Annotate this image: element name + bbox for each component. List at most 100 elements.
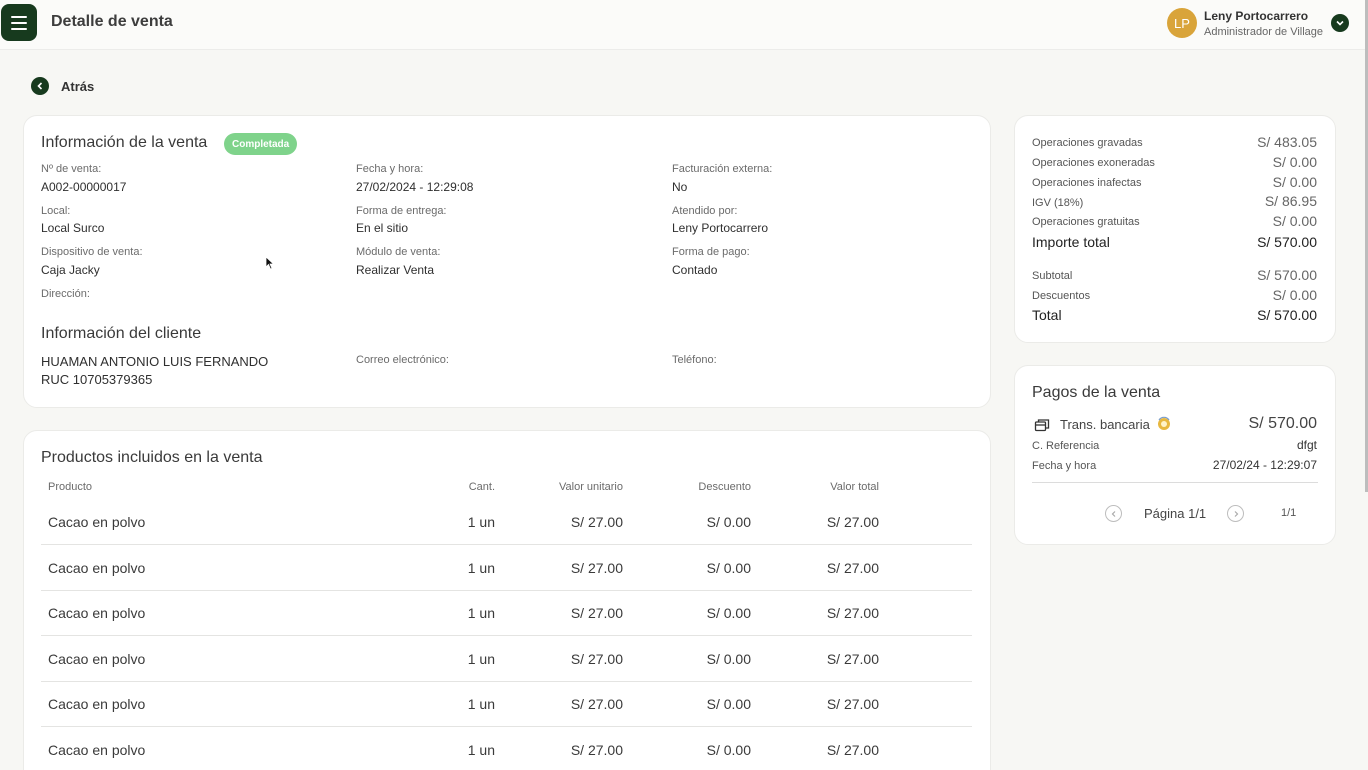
store-label: Local: — [41, 205, 71, 217]
attended-label: Atendido por: — [672, 205, 738, 217]
page-title: Detalle de venta — [51, 13, 173, 30]
table-row: Cacao en polvo 1 un S/ 27.00 S/ 0.00 S/ 27.0… — [41, 499, 972, 545]
next-page-button[interactable] — [1227, 505, 1244, 522]
total-value: S/ 570.00 — [1257, 307, 1317, 323]
cell-qty: 1 un — [467, 605, 495, 622]
table-row: Cacao en polvo 1 un S/ 27.00 S/ 0.00 S/ 27.0… — [41, 681, 972, 728]
back-label: Atrás — [61, 78, 95, 94]
datetime-label: Fecha y hora: — [356, 163, 424, 175]
subtotal-label: Subtotal — [1032, 270, 1073, 282]
delivery-value: En el sitio — [356, 221, 409, 235]
cell-product: Cacao en polvo — [48, 514, 146, 530]
reference-label: C. Referencia — [1032, 440, 1100, 452]
attended-value: Leny Portocarrero — [672, 221, 769, 235]
total-amount-label: Importe total — [1032, 234, 1110, 250]
cell-unit-value: S/ 27.00 — [570, 559, 623, 576]
exonerated-label: Operaciones exoneradas — [1032, 157, 1155, 169]
cell-product: Cacao en polvo — [48, 559, 146, 576]
header-total-value: Valor total — [830, 481, 879, 493]
prev-page-button[interactable] — [1105, 505, 1122, 522]
cell-product: Cacao en polvo — [48, 650, 146, 667]
discounts-value: S/ 0.00 — [1272, 287, 1317, 303]
address-label: Dirección: — [41, 288, 90, 300]
cell-discount: S/ 0.00 — [706, 696, 751, 713]
cell-qty: 1 un — [467, 650, 495, 667]
payment-amount: S/ 570.00 — [1248, 415, 1318, 432]
unaffected-value: S/ 0.00 — [1272, 174, 1317, 190]
payment-datetime-value: 27/02/24 - 12:29:07 — [1212, 458, 1317, 472]
reference-value: dfgt — [1296, 438, 1317, 452]
table-row: Cacao en polvo 1 un S/ 27.00 S/ 0.00 S/ 27.0… — [41, 636, 972, 682]
cell-unit-value: S/ 27.00 — [570, 605, 623, 622]
store-value: Local Surco — [41, 221, 105, 235]
taxed-label: Operaciones gravadas — [1032, 137, 1143, 149]
chevron-left-icon — [31, 77, 49, 95]
status-badge: Completada — [224, 133, 298, 155]
page-count: 1/1 — [1281, 507, 1297, 519]
table-row: Cacao en polvo 1 un S/ 27.00 S/ 0.00 S/ 27.0… — [41, 727, 972, 770]
chevron-down-icon[interactable] — [1331, 14, 1349, 32]
client-name: HUAMAN ANTONIO LUIS FERNANDO — [41, 354, 269, 369]
payments-title: Pagos de la venta — [1032, 384, 1161, 401]
phone-label: Teléfono: — [672, 354, 717, 366]
email-label: Correo electrónico: — [356, 354, 449, 366]
cell-unit-value: S/ 27.00 — [570, 696, 623, 713]
datetime-value: 27/02/2024 - 12:29:08 — [356, 180, 474, 194]
header-unit-value: Valor unitario — [559, 481, 623, 493]
discounts-label: Descuentos — [1032, 290, 1091, 302]
cell-total-value: S/ 27.00 — [826, 559, 879, 576]
cell-product: Cacao en polvo — [48, 742, 146, 758]
cell-qty: 1 un — [467, 559, 495, 576]
exonerated-value: S/ 0.00 — [1272, 154, 1317, 170]
cell-total-value: S/ 27.00 — [826, 514, 879, 530]
cell-product: Cacao en polvo — [48, 696, 146, 713]
avatar[interactable]: LP — [1167, 8, 1197, 38]
igv-value: S/ 86.95 — [1264, 193, 1317, 209]
payment-method-name: Trans. bancaria — [1060, 417, 1150, 432]
divider — [1032, 482, 1318, 483]
external-billing-label: Facturación externa: — [672, 163, 773, 175]
cell-unit-value: S/ 27.00 — [570, 650, 623, 667]
cell-qty: 1 un — [467, 514, 495, 530]
device-value: Caja Jacky — [41, 263, 100, 277]
total-amount-value: S/ 570.00 — [1257, 234, 1317, 250]
bank-transfer-icon — [1034, 417, 1050, 438]
table-row: Cacao en polvo 1 un S/ 27.00 S/ 0.00 S/ 27.0… — [41, 545, 972, 591]
cell-unit-value: S/ 27.00 — [570, 514, 623, 530]
cell-qty: 1 un — [467, 742, 495, 758]
products-title: Productos incluidos en la venta — [41, 449, 263, 466]
cell-discount: S/ 0.00 — [706, 742, 751, 758]
user-name[interactable]: Leny Portocarrero — [1204, 9, 1308, 23]
cell-total-value: S/ 27.00 — [826, 650, 879, 667]
header-product: Producto — [48, 481, 93, 493]
back-button[interactable]: Atrás — [31, 77, 94, 95]
subtotal-value: S/ 570.00 — [1257, 267, 1317, 283]
module-label: Módulo de venta: — [356, 246, 441, 258]
cell-total-value: S/ 27.00 — [826, 605, 879, 622]
sale-number-label: Nº de venta: — [41, 163, 102, 175]
client-ruc: RUC 10705379365 — [41, 372, 153, 387]
header-discount: Descuento — [698, 481, 751, 493]
total-label: Total — [1032, 307, 1062, 323]
free-label: Operaciones gratuitas — [1032, 216, 1140, 228]
delivery-label: Forma de entrega: — [356, 205, 447, 217]
external-billing-value: No — [672, 180, 688, 194]
cell-discount: S/ 0.00 — [706, 605, 751, 622]
page-label: Página 1/1 — [1144, 506, 1207, 521]
exchange-icon — [1156, 416, 1172, 437]
cell-qty: 1 un — [467, 696, 495, 713]
cell-product: Cacao en polvo — [48, 605, 146, 622]
module-value: Realizar Venta — [356, 263, 435, 277]
device-label: Dispositivo de venta: — [41, 246, 143, 258]
user-role: Administrador de Village — [1204, 26, 1324, 38]
table-row: Cacao en polvo 1 un S/ 27.00 S/ 0.00 S/ 27.0… — [41, 590, 972, 637]
cell-total-value: S/ 27.00 — [826, 696, 879, 713]
cell-total-value: S/ 27.00 — [826, 742, 879, 758]
free-value: S/ 0.00 — [1272, 213, 1317, 229]
cursor-icon — [265, 256, 275, 275]
menu-icon[interactable] — [1, 4, 37, 41]
header-qty: Cant. — [468, 481, 495, 493]
payment-method-value: Contado — [672, 263, 718, 277]
taxed-value: S/ 483.05 — [1257, 134, 1317, 150]
client-info-title: Información del cliente — [41, 325, 202, 342]
